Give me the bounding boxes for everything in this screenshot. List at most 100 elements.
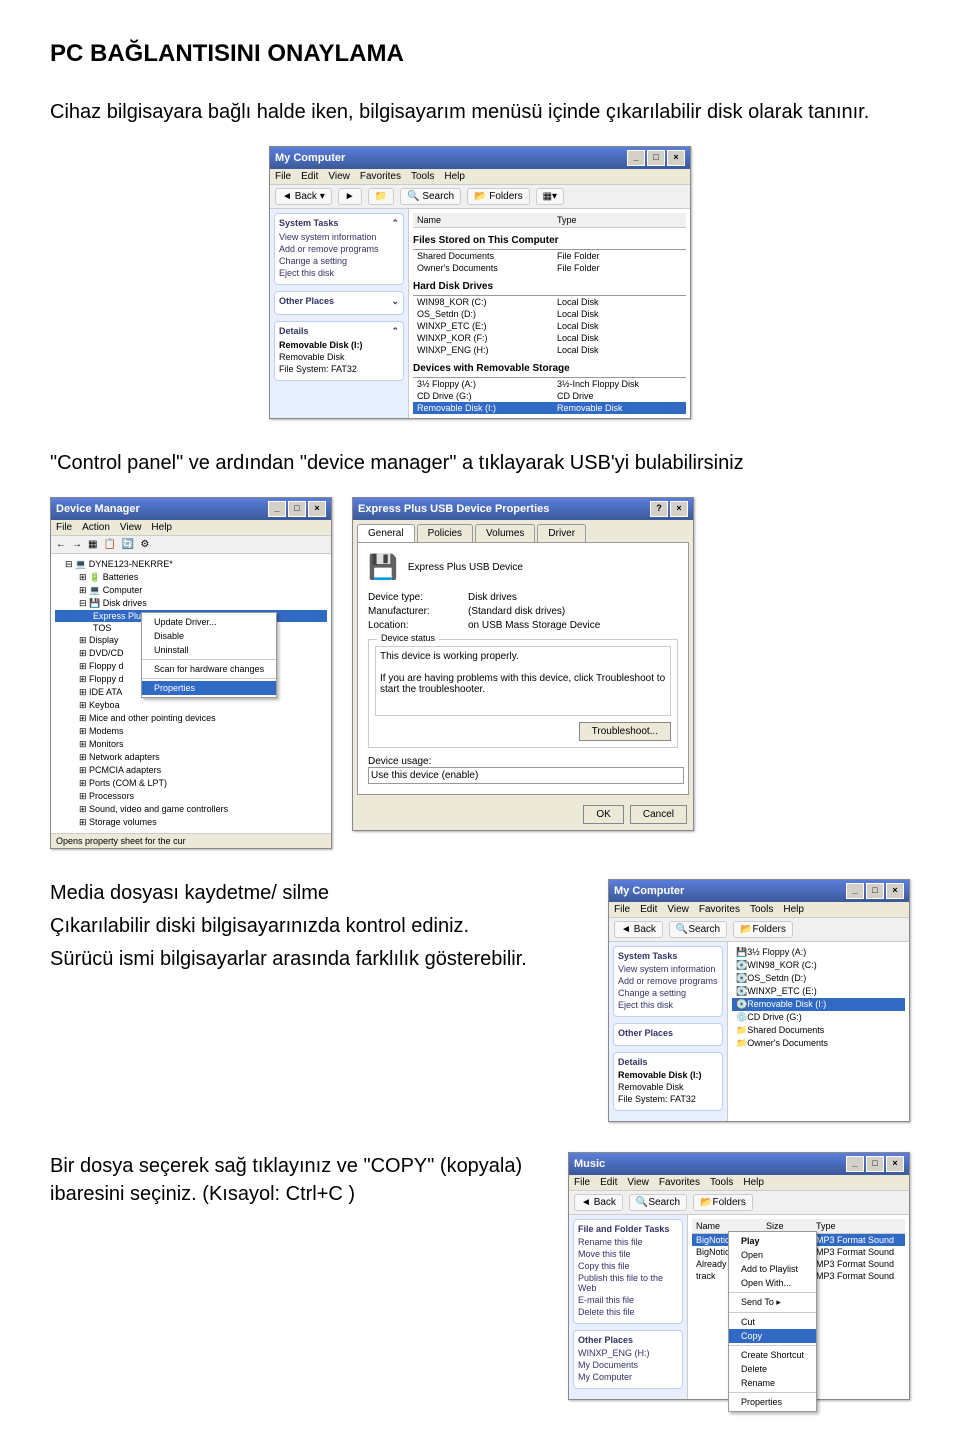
up-button[interactable]: 📁 [368,188,394,205]
close-button[interactable]: × [886,883,904,899]
titlebar[interactable]: Device Manager _ □ × [51,498,331,520]
menu-help[interactable]: Help [151,522,172,533]
minimize-button[interactable]: _ [846,1156,864,1172]
tree-item[interactable]: ⊞ Processors [55,790,327,803]
menu-edit[interactable]: Edit [600,1177,617,1188]
sidebar-item[interactable]: My Computer [578,1372,678,1382]
sidebar-item[interactable]: My Documents [578,1360,678,1370]
drive-item[interactable]: 💽 WINXP_ETC (E:) [732,985,905,998]
tree-item[interactable]: ⊞ Keyboa [55,699,327,712]
col-name[interactable]: Name [696,1221,766,1231]
tab-driver[interactable]: Driver [537,524,586,542]
drive-row[interactable]: WINXP_ENG (H:)Local Disk [413,344,686,356]
search-button[interactable]: 🔍Search [669,921,727,938]
ctx-rename[interactable]: Rename [729,1376,816,1390]
minimize-button[interactable]: _ [268,501,286,517]
close-button[interactable]: × [670,501,688,517]
sidebar-item[interactable]: Add or remove programs [279,244,399,254]
maximize-button[interactable]: □ [288,501,306,517]
menu-tools[interactable]: Tools [750,904,773,915]
close-button[interactable]: × [308,501,326,517]
tree-item[interactable]: ⊟ 💾 Disk drives [55,597,327,610]
menu-view[interactable]: View [627,1177,649,1188]
menu-help[interactable]: Help [743,1177,764,1188]
drive-item[interactable]: 💽 OS_Setdn (D:) [732,972,905,985]
folder-row[interactable]: Shared DocumentsFile Folder [413,250,686,262]
maximize-button[interactable]: □ [647,150,665,166]
collapse-icon[interactable]: ⌃ [391,326,399,337]
ctx-disable[interactable]: Disable [142,629,276,643]
tree-item[interactable]: ⊞ Monitors [55,738,327,751]
tree-item[interactable]: ⊞ Storage volumes [55,816,327,829]
drive-row[interactable]: WINXP_KOR (F:)Local Disk [413,332,686,344]
drive-row-selected[interactable]: Removable Disk (I:)Removable Disk [413,402,686,414]
ctx-open-with[interactable]: Open With... [729,1276,816,1290]
sidebar-item[interactable]: View system information [279,232,399,242]
status-text-area[interactable]: This device is working properly. If you … [375,646,671,716]
menu-file[interactable]: File [614,904,630,915]
menu-tools[interactable]: Tools [411,171,434,182]
menu-favorites[interactable]: Favorites [659,1177,700,1188]
menu-help[interactable]: Help [783,904,804,915]
titlebar[interactable]: My Computer _ □ × [270,147,690,169]
tb-icon[interactable]: 🔄 [122,539,134,550]
back-button[interactable]: ◄ Back [574,1194,623,1211]
sidebar-item[interactable]: Add or remove programs [618,976,718,986]
drive-item[interactable]: 💾 3½ Floppy (A:) [732,946,905,959]
ok-button[interactable]: OK [583,805,623,824]
tb-icon[interactable]: → [72,539,82,550]
col-name[interactable]: Name [417,215,557,225]
tab-general[interactable]: General [357,524,415,542]
drive-item[interactable]: 💿 CD Drive (G:) [732,1011,905,1024]
tb-icon[interactable]: ▦ [88,539,97,550]
minimize-button[interactable]: _ [846,883,864,899]
expand-icon[interactable]: ⌄ [391,296,399,307]
collapse-icon[interactable]: ⌃ [391,218,399,229]
close-button[interactable]: × [667,150,685,166]
maximize-button[interactable]: □ [866,883,884,899]
ctx-uninstall[interactable]: Uninstall [142,643,276,657]
menu-favorites[interactable]: Favorites [699,904,740,915]
folders-button[interactable]: 📂Folders [693,1194,753,1211]
views-button[interactable]: ▦▾ [536,188,564,205]
ctx-send-to[interactable]: Send To ▸ [729,1295,816,1310]
ctx-delete[interactable]: Delete [729,1362,816,1376]
menu-view[interactable]: View [328,171,350,182]
menu-tools[interactable]: Tools [710,1177,733,1188]
ctx-copy[interactable]: Copy [729,1329,816,1343]
col-type[interactable]: Type [557,215,577,225]
tree-item[interactable]: ⊞ 🔋 Batteries [55,571,327,584]
titlebar[interactable]: Express Plus USB Device Properties ? × [353,498,693,520]
search-button[interactable]: 🔍 Search [400,188,461,205]
titlebar[interactable]: Music _ □ × [569,1153,909,1175]
menu-action[interactable]: Action [82,522,110,533]
tree-item[interactable]: ⊞ Network adapters [55,751,327,764]
tree-item[interactable]: ⊞ Modems [55,725,327,738]
sidebar-item[interactable]: E-mail this file [578,1295,678,1305]
back-button[interactable]: ◄ Back [614,921,663,938]
sidebar-item[interactable]: Eject this disk [618,1000,718,1010]
ctx-properties[interactable]: Properties [142,681,276,695]
drive-row[interactable]: OS_Setdn (D:)Local Disk [413,308,686,320]
ctx-shortcut[interactable]: Create Shortcut [729,1348,816,1362]
maximize-button[interactable]: □ [866,1156,884,1172]
drive-row[interactable]: CD Drive (G:)CD Drive [413,390,686,402]
troubleshoot-button[interactable]: Troubleshoot... [579,722,671,741]
col-size[interactable]: Size [766,1221,816,1231]
sidebar-item[interactable]: Eject this disk [279,268,399,278]
back-button[interactable]: ◄ Back ▾ [275,188,332,205]
column-headers[interactable]: Name Type [413,213,686,228]
tab-volumes[interactable]: Volumes [475,524,535,542]
tree-item[interactable]: ⊞ Sound, video and game controllers [55,803,327,816]
tb-icon[interactable]: ← [56,539,66,550]
menu-file[interactable]: File [56,522,72,533]
drive-item[interactable]: 📁 Shared Documents [732,1024,905,1037]
drive-row[interactable]: WIN98_KOR (C:)Local Disk [413,296,686,308]
folders-button[interactable]: 📂 Folders [467,188,530,205]
menu-edit[interactable]: Edit [301,171,318,182]
tree-item[interactable]: ⊞ PCMCIA adapters [55,764,327,777]
ctx-update-driver[interactable]: Update Driver... [142,615,276,629]
help-button[interactable]: ? [650,501,668,517]
sidebar-item[interactable]: Change a setting [618,988,718,998]
forward-button[interactable]: ► [338,188,362,205]
